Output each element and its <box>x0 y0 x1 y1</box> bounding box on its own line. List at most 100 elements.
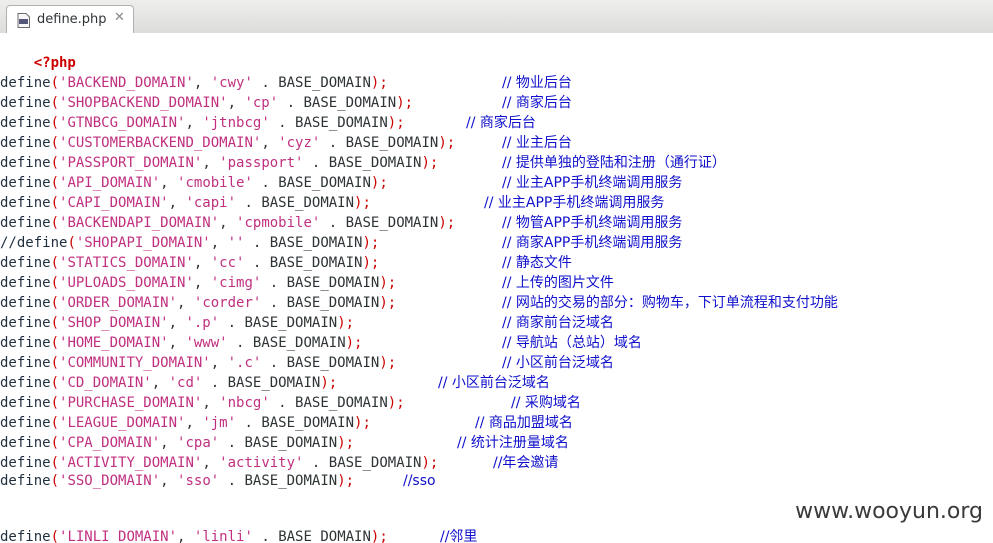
close-paren: ); <box>337 435 355 451</box>
constant-name-string: 'HOME_DOMAIN' <box>59 335 169 351</box>
concat-operator: . <box>252 75 279 91</box>
comma: , <box>261 135 279 151</box>
open-paren: ( <box>50 255 60 271</box>
close-paren: ); <box>387 395 405 411</box>
comma: , <box>227 95 245 111</box>
constant-name-string: 'BACKEND_DOMAIN' <box>59 75 194 91</box>
value-string: 'nbcg' <box>219 395 270 411</box>
close-icon[interactable]: ✕ <box>114 10 125 25</box>
value-string: 'sso' <box>177 473 220 489</box>
code-comment: // 业主APP手机终端调用服务 <box>502 175 683 191</box>
base-domain-constant: BASE_DOMAIN <box>244 473 338 489</box>
concat-operator: . <box>227 335 253 351</box>
function-name: define <box>0 95 51 111</box>
value-string: 'corder' <box>193 295 262 311</box>
base-domain-constant: BASE_DOMAIN <box>244 435 338 451</box>
code-line: define('LINLI_DOMAIN', 'linli' . BASE_DO… <box>0 527 388 543</box>
code-comment: // 上传的图片文件 <box>502 275 614 291</box>
code-comment: // 采购域名 <box>511 395 581 411</box>
code-comment: //邻里 <box>440 529 478 543</box>
function-name: define <box>0 415 51 431</box>
code-comment: // 商品加盟域名 <box>475 415 573 431</box>
code-line: define('UPLOADS_DOMAIN', 'cimg' . BASE_D… <box>0 273 396 293</box>
constant-name-string: 'LEAGUE_DOMAIN' <box>59 415 186 431</box>
php-file-icon <box>17 13 30 28</box>
function-name: define <box>0 395 51 411</box>
code-line: define('STATICS_DOMAIN', 'cc' . BASE_DOM… <box>0 253 379 273</box>
value-string: '.c' <box>227 355 262 371</box>
base-domain-constant: BASE_DOMAIN <box>269 235 363 251</box>
comma: , <box>168 315 186 331</box>
comma: , <box>177 529 194 543</box>
code-line: define('ACTIVITY_DOMAIN', 'activity' . B… <box>0 453 438 473</box>
function-name: //define <box>0 235 68 251</box>
comma: , <box>193 75 211 91</box>
code-editor[interactable]: <?php define('BACKEND_DOMAIN', 'cwy' . B… <box>0 33 993 543</box>
close-paren: ); <box>320 375 338 391</box>
tab-label: define.php <box>37 12 107 27</box>
function-name: define <box>0 355 51 371</box>
code-comment: // 统计注册量域名 <box>457 435 569 451</box>
close-paren: ); <box>345 335 363 351</box>
value-string: 'activity' <box>219 455 304 471</box>
concat-operator: . <box>236 415 262 431</box>
constant-name-string: 'ORDER_DOMAIN' <box>59 295 178 311</box>
code-comment: // 业主APP手机终端调用服务 <box>484 195 665 211</box>
code-comment: // 业主后台 <box>502 135 572 151</box>
code-comment: // 商家APP手机终端调用服务 <box>502 235 683 251</box>
concat-operator: . <box>303 155 329 171</box>
code-comment: // 商家后台 <box>466 115 536 131</box>
tab-define-php[interactable]: define.php ✕ <box>6 5 134 34</box>
concat-operator: . <box>219 435 245 451</box>
close-paren: ); <box>362 235 380 251</box>
open-paren: ( <box>50 375 60 391</box>
php-open-tag-line: <?php <box>0 33 76 71</box>
code-comment: // 物管APP手机终端调用服务 <box>502 215 683 231</box>
close-paren: ); <box>387 115 405 131</box>
base-domain-constant: BASE_DOMAIN <box>269 255 363 271</box>
constant-name-string: 'UPLOADS_DOMAIN' <box>59 275 194 291</box>
constant-name-string: 'CPA_DOMAIN' <box>59 435 161 451</box>
constant-name-string: 'STATICS_DOMAIN' <box>59 255 194 271</box>
concat-operator: . <box>269 115 296 131</box>
php-open-tag: <?php <box>33 55 76 71</box>
code-comment: //年会邀请 <box>493 455 559 471</box>
concat-operator: . <box>261 275 287 291</box>
concat-operator: . <box>261 295 287 311</box>
function-name: define <box>0 435 51 451</box>
open-paren: ( <box>50 529 60 543</box>
comma: , <box>202 395 220 411</box>
constant-name-string: 'CUSTOMERBACKEND_DOMAIN' <box>59 135 262 151</box>
close-paren: ); <box>370 175 388 191</box>
concat-operator: . <box>244 255 270 271</box>
value-string: 'cyz' <box>278 135 321 151</box>
function-name: define <box>0 215 51 231</box>
code-comment: // 商家后台 <box>502 95 572 111</box>
value-string: 'cimg' <box>210 275 262 291</box>
open-paren: ( <box>50 175 60 191</box>
code-line: define('BACKEND_DOMAIN', 'cwy' . BASE_DO… <box>0 73 388 93</box>
concat-operator: . <box>252 529 279 543</box>
open-paren: ( <box>50 215 60 231</box>
code-line: define('LEAGUE_DOMAIN', 'jm' . BASE_DOMA… <box>0 413 371 433</box>
function-name: define <box>0 255 51 271</box>
concat-operator: . <box>261 355 287 371</box>
code-comment: // 小区前台泛域名 <box>502 355 614 371</box>
open-paren: ( <box>50 315 60 331</box>
base-domain-constant: BASE_DOMAIN <box>286 355 380 371</box>
open-paren: ( <box>50 275 60 291</box>
watermark: www.wooyun.org <box>795 499 983 524</box>
concat-operator: . <box>320 215 346 231</box>
comma: , <box>210 235 228 251</box>
constant-name-string: 'ACTIVITY_DOMAIN' <box>59 455 203 471</box>
code-comment: // 物业后台 <box>502 75 572 91</box>
code-line: define('PASSPORT_DOMAIN', 'passport' . B… <box>0 153 438 173</box>
comma: , <box>185 115 203 131</box>
comma: , <box>210 355 228 371</box>
function-name: define <box>0 175 51 191</box>
value-string: 'jtnbcg' <box>202 115 270 131</box>
close-paren: ); <box>337 315 355 331</box>
code-line: define('HOME_DOMAIN', 'www' . BASE_DOMAI… <box>0 333 362 353</box>
code-line: define('CAPI_DOMAIN', 'capi' . BASE_DOMA… <box>0 193 371 213</box>
comma: , <box>160 435 178 451</box>
